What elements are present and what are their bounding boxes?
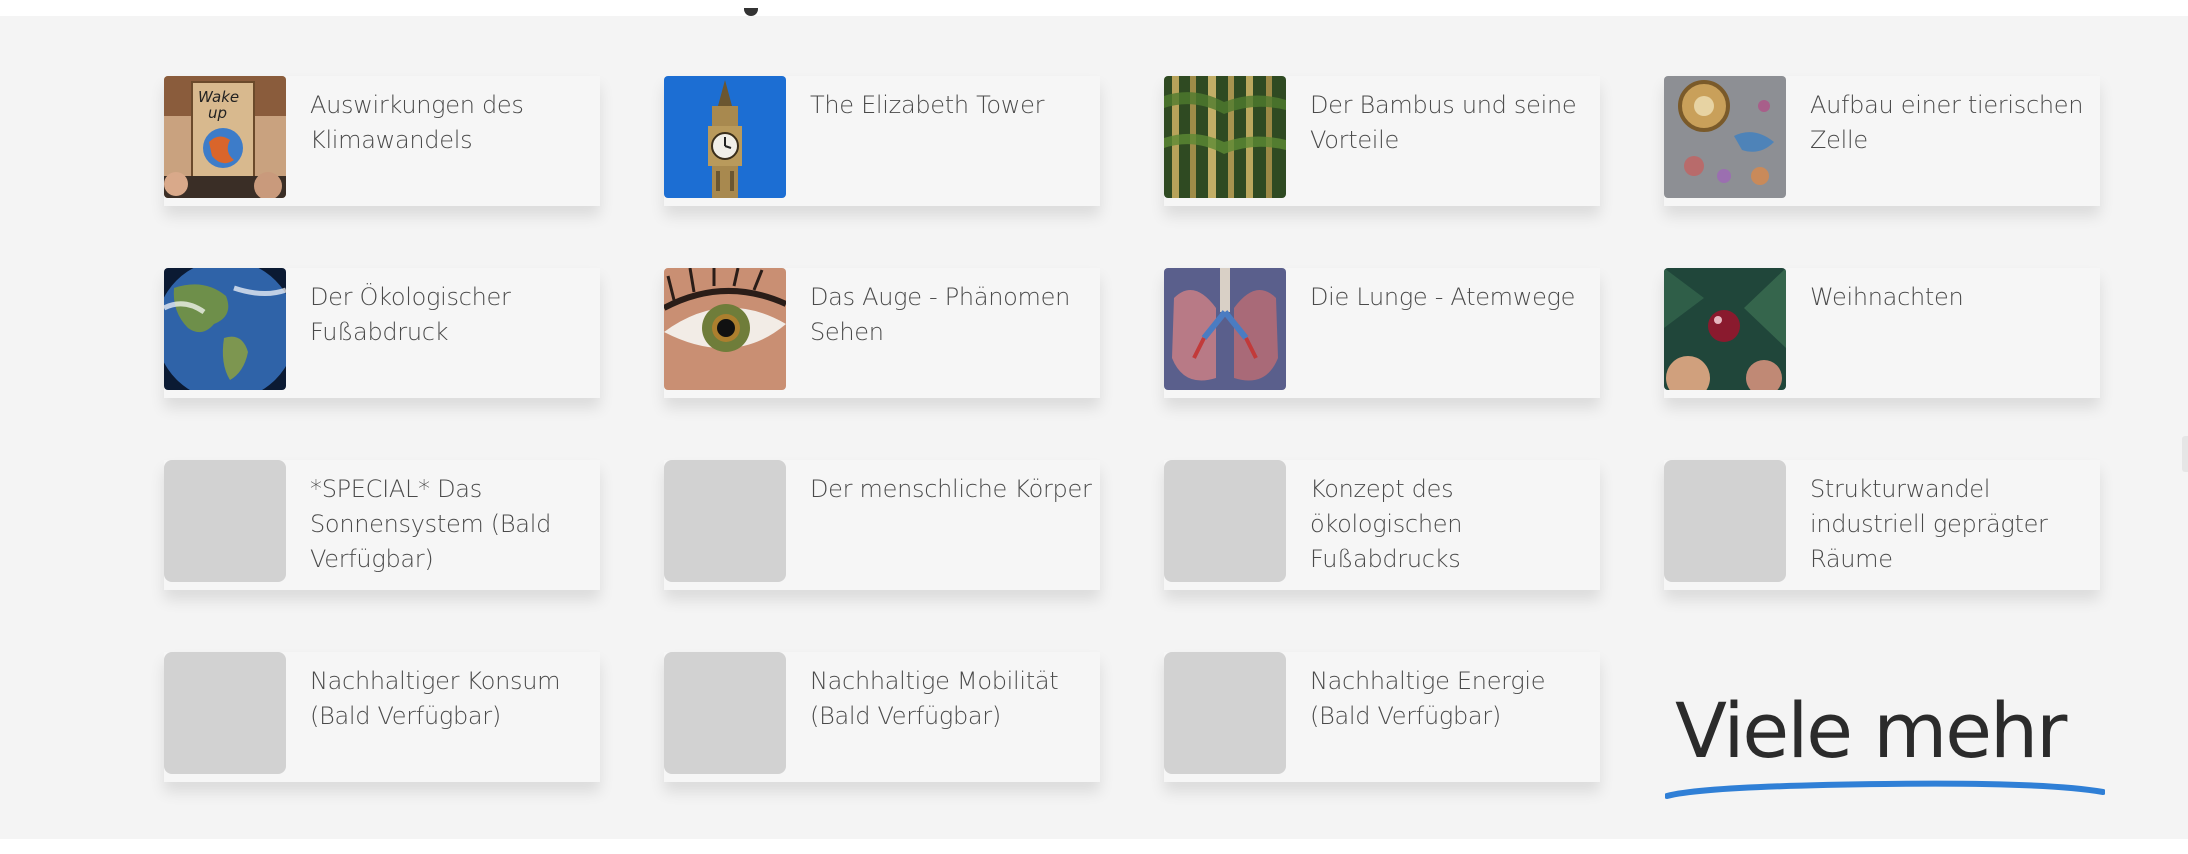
topic-title: Das Auge - Phänomen Sehen <box>810 283 1070 346</box>
topic-title: Nachhaltiger Konsum (Bald Verfügbar) <box>310 667 561 730</box>
topic-title: Auswirkungen des Klimawandels <box>310 91 524 154</box>
topics-panel: Wake up Auswirkungen des Klimawandels Th… <box>0 16 2188 839</box>
topic-title: *SPECIAL* Das Sonnensystem (Bald Verfügb… <box>310 475 551 573</box>
topic-card[interactable]: Konzept des ökologischen Fußabdrucks <box>1164 460 1600 590</box>
topic-card[interactable]: Der menschliche Körper <box>664 460 1100 590</box>
topic-title: Aufbau einer tierischen Zelle <box>1810 91 2084 154</box>
topic-thumbnail-protest: Wake up <box>164 76 286 198</box>
top-edge-glyph <box>744 8 758 16</box>
topic-title: Konzept des ökologischen Fußabdrucks <box>1310 475 1463 573</box>
topic-card[interactable]: Nachhaltige Energie (Bald Verfügbar) <box>1164 652 1600 782</box>
topic-thumbnail-tower <box>664 76 786 198</box>
more-topics-label: Viele mehr <box>1675 686 2067 775</box>
topic-thumbnail-cell <box>1664 76 1786 198</box>
topic-card[interactable]: Strukturwandel industriell geprägter Räu… <box>1664 460 2100 590</box>
thumbnail-placeholder <box>1164 652 1286 774</box>
thumbnail-placeholder <box>664 460 786 582</box>
topic-title: Weihnachten <box>1810 283 1964 311</box>
topic-title: Der Bambus und seine Vorteile <box>1310 91 1577 154</box>
topic-title: Die Lunge - Atemwege <box>1310 283 1576 311</box>
topic-card[interactable]: Aufbau einer tierischen Zelle <box>1664 76 2100 206</box>
topic-title: Strukturwandel industriell geprägter Räu… <box>1810 475 2048 573</box>
topic-title: Der Ökologischer Fußabdruck <box>310 283 511 346</box>
thumbnail-placeholder <box>164 460 286 582</box>
topic-thumbnail-eye <box>664 268 786 390</box>
svg-text:up: up <box>208 104 227 122</box>
thumbnail-placeholder <box>1664 460 1786 582</box>
topic-card[interactable]: Weihnachten <box>1664 268 2100 398</box>
topic-thumbnail-christmas <box>1664 268 1786 390</box>
topic-card[interactable]: Der Bambus und seine Vorteile <box>1164 76 1600 206</box>
topic-card[interactable]: *SPECIAL* Das Sonnensystem (Bald Verfügb… <box>164 460 600 590</box>
top-bar <box>0 0 2188 16</box>
topic-card[interactable]: Das Auge - Phänomen Sehen <box>664 268 1100 398</box>
topic-card[interactable]: Der Ökologischer Fußabdruck <box>164 268 600 398</box>
topic-thumbnail-bamboo <box>1164 76 1286 198</box>
topic-title: Der menschliche Körper <box>810 475 1092 503</box>
thumbnail-placeholder <box>164 652 286 774</box>
thumbnail-placeholder <box>664 652 786 774</box>
bottom-bar <box>0 839 2188 854</box>
topic-card[interactable]: Nachhaltige Mobilität (Bald Verfügbar) <box>664 652 1100 782</box>
topic-card[interactable]: Nachhaltiger Konsum (Bald Verfügbar) <box>164 652 600 782</box>
topic-thumbnail-lungs <box>1164 268 1286 390</box>
topic-grid: Wake up Auswirkungen des Klimawandels Th… <box>164 76 2100 782</box>
topic-card[interactable]: The Elizabeth Tower <box>664 76 1100 206</box>
scroll-edge-handle[interactable] <box>2182 436 2188 472</box>
underline-swoosh <box>1665 780 2105 799</box>
topic-title: Nachhaltige Mobilität (Bald Verfügbar) <box>810 667 1059 730</box>
topic-card[interactable]: Die Lunge - Atemwege <box>1164 268 1600 398</box>
thumbnail-placeholder <box>1164 460 1286 582</box>
more-topics-link[interactable]: Viele mehr <box>1665 686 2105 806</box>
topic-title: Nachhaltige Energie (Bald Verfügbar) <box>1310 667 1546 730</box>
topic-title: The Elizabeth Tower <box>810 91 1045 119</box>
topic-thumbnail-earth <box>164 268 286 390</box>
topic-card[interactable]: Wake up Auswirkungen des Klimawandels <box>164 76 600 206</box>
